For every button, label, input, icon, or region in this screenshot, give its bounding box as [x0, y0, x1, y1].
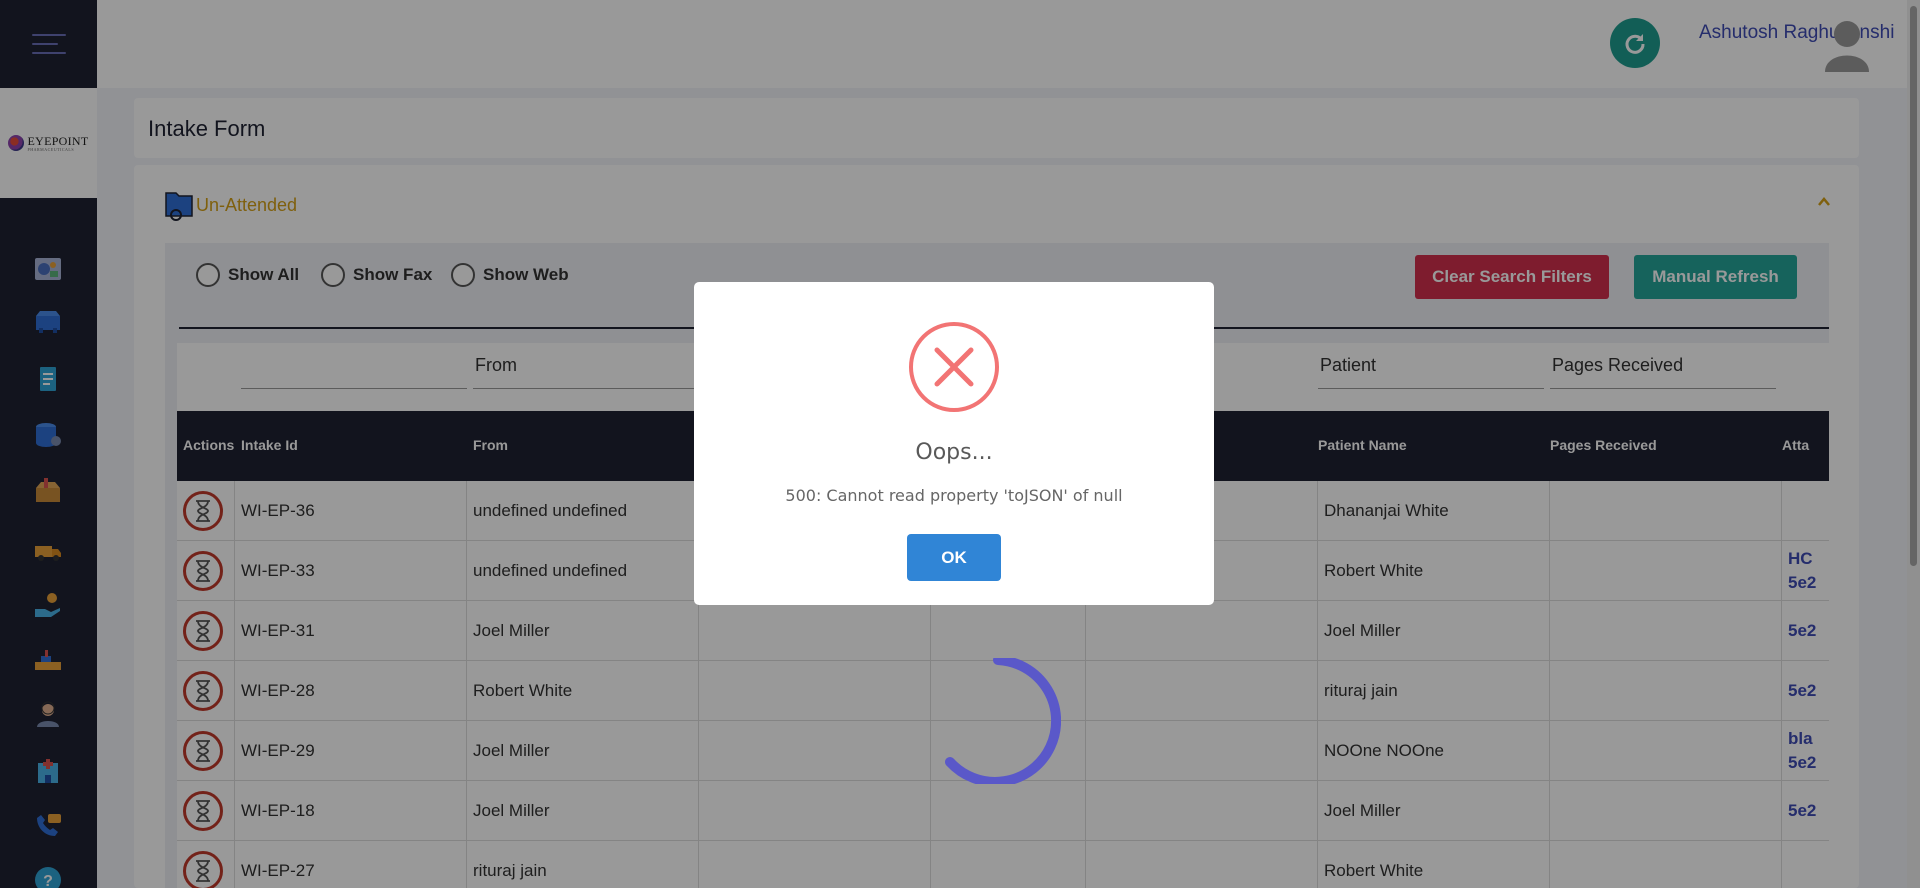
- error-x-icon: [909, 322, 999, 412]
- dialog-title: Oops...: [915, 440, 993, 465]
- dialog-message: 500: Cannot read property 'toJSON' of nu…: [785, 486, 1123, 505]
- ok-button[interactable]: OK: [907, 534, 1001, 581]
- loading-spinner-icon: [945, 658, 1061, 784]
- error-dialog: Oops... 500: Cannot read property 'toJSO…: [694, 282, 1214, 605]
